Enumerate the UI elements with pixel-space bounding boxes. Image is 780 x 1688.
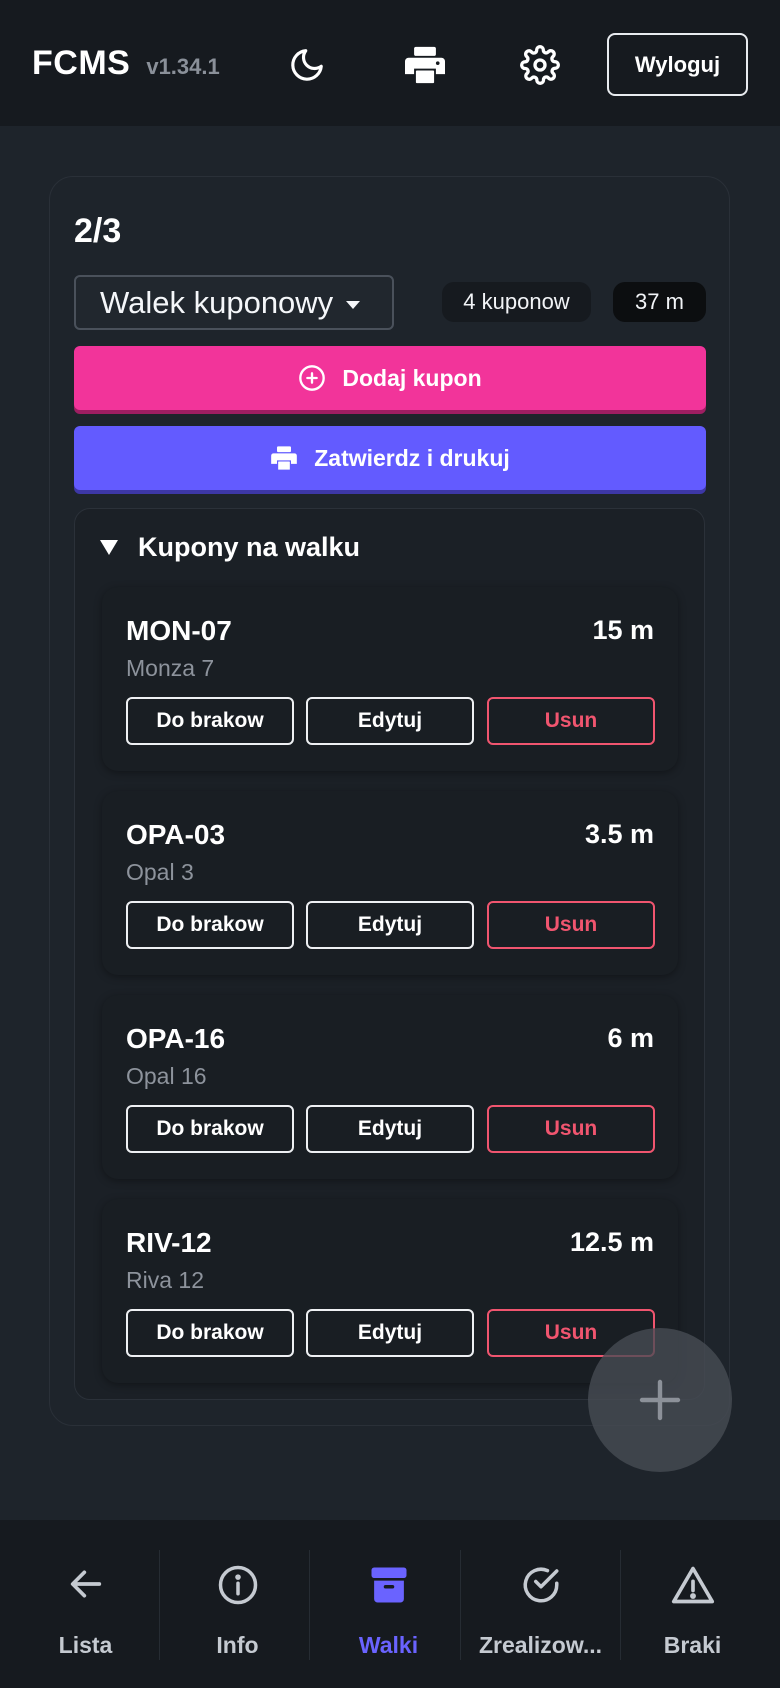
defect-button[interactable]: Do brakow xyxy=(126,1309,294,1357)
nav-item-lista[interactable]: Lista xyxy=(10,1520,161,1688)
brand-name: FCMS xyxy=(32,44,131,82)
floating-add-button[interactable] xyxy=(588,1328,732,1472)
triangle-down-icon xyxy=(100,540,118,555)
delete-button[interactable]: Usun xyxy=(487,901,655,949)
archive-box-icon xyxy=(313,1564,464,1610)
moon-icon[interactable] xyxy=(282,40,332,90)
bottom-nav: Lista Info Walki Zrealizow... Braki xyxy=(0,1520,780,1688)
nav-label: Zrealizow... xyxy=(478,1632,603,1658)
page-counter: 2/3 xyxy=(74,212,122,250)
brand: FCMS v1.34.1 xyxy=(32,44,220,83)
printer-icon[interactable] xyxy=(400,40,450,90)
coupon-length: 12.5 m xyxy=(569,1227,654,1257)
printer-icon xyxy=(271,446,298,470)
edit-button[interactable]: Edytuj xyxy=(306,1105,474,1153)
confirm-print-button[interactable]: Zatwierdz i drukuj xyxy=(74,426,706,490)
logout-button[interactable]: Wyloguj xyxy=(607,33,748,96)
plus-icon xyxy=(639,1379,681,1421)
app-version: v1.34.1 xyxy=(146,54,220,79)
nav-label: Braki xyxy=(663,1632,722,1658)
coupon-count-badge: 4 kuponow xyxy=(442,282,591,322)
coupon-card: RIV-12 12.5 m Riva 12 Do brakow Edytuj U… xyxy=(102,1199,678,1383)
coupon-name: Opal 3 xyxy=(126,859,194,885)
coupon-name: Monza 7 xyxy=(126,655,215,681)
plus-circle-icon xyxy=(299,365,326,391)
confirm-print-label: Zatwierdz i drukuj xyxy=(314,444,510,471)
coupon-code: MON-07 xyxy=(126,615,232,646)
info-icon xyxy=(162,1564,313,1610)
coupon-name: Opal 16 xyxy=(126,1063,207,1089)
check-circle-icon xyxy=(463,1564,618,1610)
edit-button[interactable]: Edytuj xyxy=(306,901,474,949)
nav-label: Info xyxy=(216,1632,259,1658)
defect-button[interactable]: Do brakow xyxy=(126,901,294,949)
add-coupon-label: Dodaj kupon xyxy=(342,364,482,391)
caret-down-icon xyxy=(346,301,360,309)
coupon-card: MON-07 15 m Monza 7 Do brakow Edytuj Usu… xyxy=(102,587,678,771)
nav-item-braki[interactable]: Braki xyxy=(617,1520,768,1688)
defect-button[interactable]: Do brakow xyxy=(126,697,294,745)
nav-item-walki[interactable]: Walki xyxy=(313,1520,464,1688)
coupons-section-toggle[interactable]: Kupony na walku xyxy=(100,532,360,563)
top-bar: FCMS v1.34.1 Wyloguj xyxy=(0,0,780,126)
coupon-length: 3.5 m xyxy=(584,819,654,849)
section-title: Kupony na walku xyxy=(138,532,361,562)
roll-select-value: Walek kuponowy xyxy=(100,284,334,320)
total-length-badge: 37 m xyxy=(613,282,706,322)
coupon-name: Riva 12 xyxy=(126,1267,204,1293)
add-coupon-button[interactable]: Dodaj kupon xyxy=(74,346,706,410)
roll-select[interactable]: Walek kuponowy xyxy=(74,275,394,330)
arrow-left-icon xyxy=(10,1564,161,1610)
edit-button[interactable]: Edytuj xyxy=(306,1309,474,1357)
delete-button[interactable]: Usun xyxy=(487,1105,655,1153)
defect-button[interactable]: Do brakow xyxy=(126,1105,294,1153)
coupon-card: OPA-03 3.5 m Opal 3 Do brakow Edytuj Usu… xyxy=(102,791,678,975)
nav-item-info[interactable]: Info xyxy=(162,1520,313,1688)
nav-item-zrealizowane[interactable]: Zrealizow... xyxy=(463,1520,618,1688)
nav-label: Lista xyxy=(58,1632,113,1658)
warning-icon xyxy=(617,1564,768,1610)
delete-button[interactable]: Usun xyxy=(487,697,655,745)
coupon-code: RIV-12 xyxy=(126,1227,212,1258)
coupon-card: OPA-16 6 m Opal 16 Do brakow Edytuj Usun xyxy=(102,995,678,1179)
gear-icon[interactable] xyxy=(515,40,565,90)
edit-button[interactable]: Edytuj xyxy=(306,697,474,745)
coupon-length: 6 m xyxy=(607,1023,654,1053)
coupon-length: 15 m xyxy=(592,615,654,645)
nav-label: Walki xyxy=(358,1632,419,1658)
coupon-code: OPA-16 xyxy=(126,1023,226,1054)
coupon-code: OPA-03 xyxy=(126,819,226,850)
